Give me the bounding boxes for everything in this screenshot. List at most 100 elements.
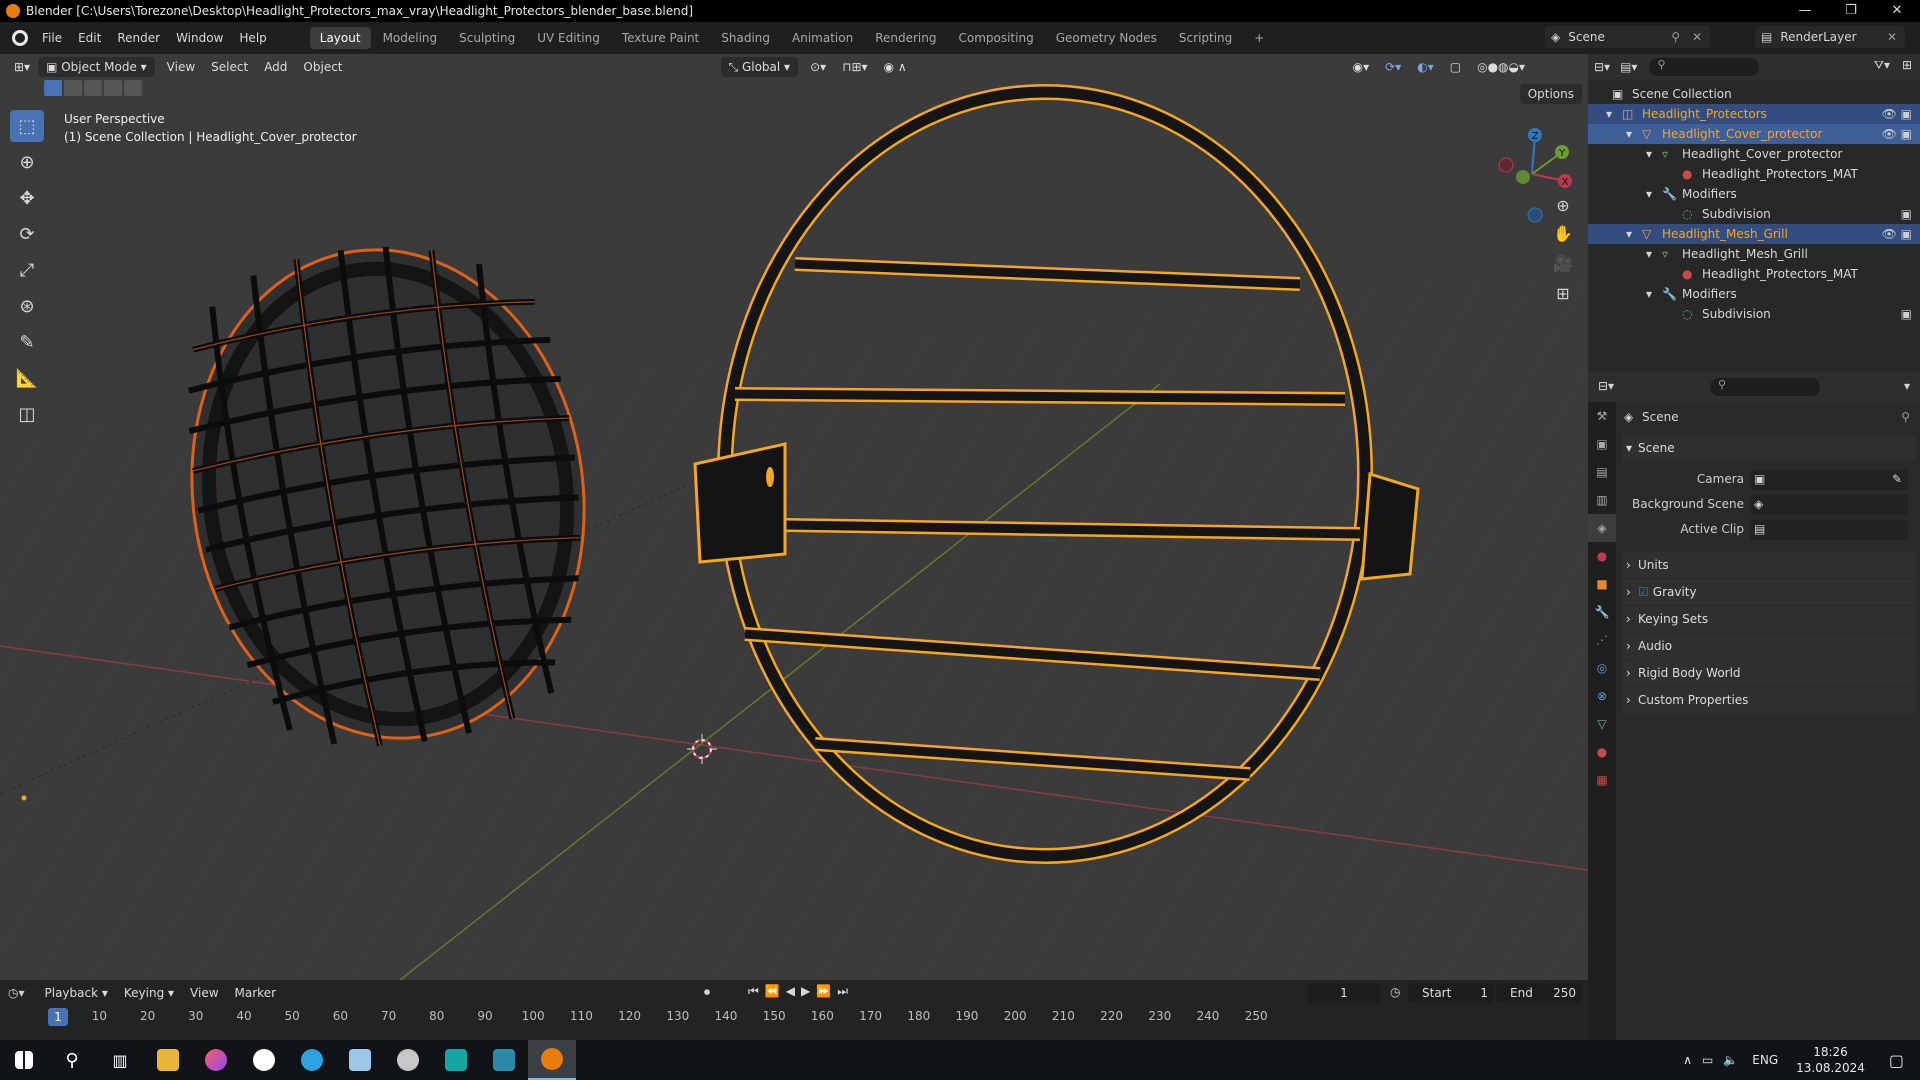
- outliner-search-input[interactable]: ⚲: [1649, 58, 1760, 76]
- shading-mode-icons[interactable]: ◎●◍◒▾: [1469, 60, 1533, 74]
- disclosure-triangle-icon[interactable]: ▾: [1606, 104, 1612, 124]
- move-tool-icon[interactable]: ✥: [10, 182, 44, 214]
- task-view-icon[interactable]: ▥: [96, 1040, 144, 1080]
- gravity-checkbox[interactable]: ☑: [1638, 585, 1649, 599]
- visibility-eye-icon[interactable]: 👁 ▣: [1882, 124, 1912, 144]
- workspace-tab-sculpting[interactable]: Sculpting: [449, 27, 525, 49]
- particles-tab-icon[interactable]: ⋰: [1588, 626, 1616, 654]
- editor-type-icon[interactable]: ⊞▾: [6, 60, 38, 74]
- visibility-eye-icon[interactable]: 👁 ▣: [1882, 104, 1912, 124]
- render-camera-icon[interactable]: ▣: [1901, 204, 1912, 224]
- network-icon[interactable]: ▭: [1702, 1053, 1713, 1067]
- outliner-row[interactable]: ● Headlight_Protectors_MAT: [1588, 164, 1920, 184]
- outliner-editor-icon[interactable]: ⊟▾: [1594, 60, 1610, 74]
- collapse-icon[interactable]: ▾: [1904, 379, 1910, 393]
- annotate-tool-icon[interactable]: ✎: [10, 326, 44, 358]
- data-tab-icon[interactable]: ▽: [1588, 710, 1616, 738]
- ortho-grid-icon[interactable]: ⊞: [1548, 280, 1578, 308]
- collapsed-panel-header[interactable]: › ☑ Gravity: [1622, 579, 1916, 605]
- outliner-row[interactable]: ▾ 🔧 Modifiers: [1588, 284, 1920, 304]
- language-indicator[interactable]: ENG: [1752, 1053, 1778, 1067]
- workspace-tab-scripting[interactable]: Scripting: [1169, 27, 1242, 49]
- select-subtract-icon[interactable]: [84, 80, 102, 96]
- output-tab-icon[interactable]: ▤: [1588, 458, 1616, 486]
- object-mode-dropdown[interactable]: ▣ Object Mode ▾: [38, 57, 155, 77]
- select-extend-icon[interactable]: [64, 80, 82, 96]
- timeline-ruler[interactable]: 1102030405060708090100110120130140150160…: [0, 1006, 1588, 1026]
- workspace-tab-shading[interactable]: Shading: [711, 27, 780, 49]
- play-reverse-icon[interactable]: ◀: [786, 984, 801, 998]
- menu-edit[interactable]: Edit: [70, 22, 109, 54]
- snap-icon[interactable]: ⊓⊞▾: [834, 60, 875, 74]
- render-camera-icon[interactable]: ▣: [1901, 304, 1912, 324]
- view-layer-tab-icon[interactable]: ▥: [1588, 486, 1616, 514]
- outliner-row[interactable]: ▾ ▽ Headlight_Mesh_Grill 👁 ▣: [1588, 224, 1920, 244]
- 3ds-max-active-icon[interactable]: [480, 1040, 528, 1080]
- texture-tab-icon[interactable]: ▦: [1588, 766, 1616, 794]
- start-frame-field[interactable]: Start 1: [1408, 983, 1494, 1003]
- measure-tool-icon[interactable]: 📐: [10, 362, 44, 394]
- outliner-row[interactable]: ▾ ▿ Headlight_Cover_protector: [1588, 144, 1920, 164]
- outliner-row[interactable]: ▾ ◫ Headlight_Protectors 👁 ▣: [1588, 104, 1920, 124]
- notification-icon[interactable]: ▢: [1889, 1051, 1904, 1070]
- transform-orientation-dropdown[interactable]: ⤡ Global ▾: [720, 57, 799, 77]
- outliner-row[interactable]: ▾ ▽ Headlight_Cover_protector 👁 ▣: [1588, 124, 1920, 144]
- next-keyframe-icon[interactable]: ⏩: [816, 984, 837, 998]
- render-layer-selector[interactable]: ▤ RenderLayer ✕: [1755, 26, 1905, 48]
- disclosure-triangle-icon[interactable]: ▾: [1646, 184, 1652, 204]
- neg-y-axis-gizmo-icon[interactable]: [1516, 170, 1530, 184]
- proportional-edit-icon[interactable]: ◉ ∧: [876, 60, 915, 74]
- disclosure-triangle-icon[interactable]: ▾: [1626, 124, 1632, 144]
- notes-app-icon[interactable]: [336, 1040, 384, 1080]
- workspace-tab-geometry-nodes[interactable]: Geometry Nodes: [1046, 27, 1167, 49]
- yandex-browser-icon[interactable]: [240, 1040, 288, 1080]
- cursor-tool-icon[interactable]: ⊕: [10, 146, 44, 178]
- workspace-tab-rendering[interactable]: Rendering: [865, 27, 946, 49]
- disclosure-triangle-icon[interactable]: ▾: [1646, 284, 1652, 304]
- view-menu[interactable]: View: [182, 986, 226, 1000]
- select-box-tool-icon[interactable]: ⬚: [10, 110, 44, 142]
- close-icon[interactable]: ✕: [1692, 30, 1702, 44]
- background-scene-field[interactable]: ◈: [1750, 495, 1908, 515]
- keying-menu[interactable]: Keying ▾: [116, 986, 182, 1000]
- world-tab-icon[interactable]: ●: [1588, 542, 1616, 570]
- maximize-button[interactable]: ❐: [1828, 0, 1874, 22]
- close-icon[interactable]: ✕: [1887, 30, 1897, 44]
- timeline-editor-icon[interactable]: ◷▾: [8, 986, 25, 1000]
- record-icon[interactable]: ⏺: [704, 985, 710, 1000]
- clock[interactable]: 18:26 13.08.2024: [1796, 1044, 1865, 1076]
- jump-end-icon[interactable]: ⏭: [837, 984, 854, 998]
- select-menu[interactable]: Select: [203, 60, 256, 74]
- select-invert-icon[interactable]: [104, 80, 122, 96]
- playback-menu[interactable]: Playback ▾: [37, 986, 116, 1000]
- active-clip-field[interactable]: ▤: [1750, 520, 1908, 540]
- select-intersect-icon[interactable]: [124, 80, 142, 96]
- file-explorer-icon[interactable]: [144, 1040, 192, 1080]
- workspace-tab-modeling[interactable]: Modeling: [373, 27, 448, 49]
- outliner-row[interactable]: ◌ Subdivision ▣: [1588, 304, 1920, 324]
- collapsed-panel-header[interactable]: › Keying Sets: [1622, 606, 1916, 632]
- play-icon[interactable]: ▶: [801, 984, 816, 998]
- disclosure-triangle-icon[interactable]: ▾: [1646, 244, 1652, 264]
- add-workspace-button[interactable]: +: [1244, 27, 1274, 49]
- outliner-row[interactable]: ● Headlight_Protectors_MAT: [1588, 264, 1920, 284]
- menu-window[interactable]: Window: [168, 22, 231, 54]
- overlay-toggle-icon[interactable]: ◐▾: [1409, 60, 1442, 74]
- material-tab-icon[interactable]: ●: [1588, 738, 1616, 766]
- object-tab-icon[interactable]: ■: [1588, 570, 1616, 598]
- pan-hand-icon[interactable]: ✋: [1548, 220, 1578, 248]
- view-menu[interactable]: View: [159, 60, 203, 74]
- workspace-tab-layout[interactable]: Layout: [309, 27, 371, 49]
- collapsed-panel-header[interactable]: › Custom Properties: [1622, 687, 1916, 713]
- outliner-row[interactable]: ▾ ▿ Headlight_Mesh_Grill: [1588, 244, 1920, 264]
- outliner-row[interactable]: ▾ 🔧 Modifiers: [1588, 184, 1920, 204]
- workspace-tab-animation[interactable]: Animation: [782, 27, 863, 49]
- properties-editor-icon[interactable]: ⊟▾: [1598, 379, 1614, 393]
- marker-menu[interactable]: Marker: [227, 986, 284, 1000]
- outliner-row[interactable]: ◌ Subdivision ▣: [1588, 204, 1920, 224]
- settings-app-icon[interactable]: [384, 1040, 432, 1080]
- menu-file[interactable]: File: [34, 22, 70, 54]
- scale-tool-icon[interactable]: ⤢: [10, 254, 44, 286]
- blender-menu-icon[interactable]: [12, 30, 28, 46]
- disclosure-triangle-icon[interactable]: ▾: [1646, 144, 1652, 164]
